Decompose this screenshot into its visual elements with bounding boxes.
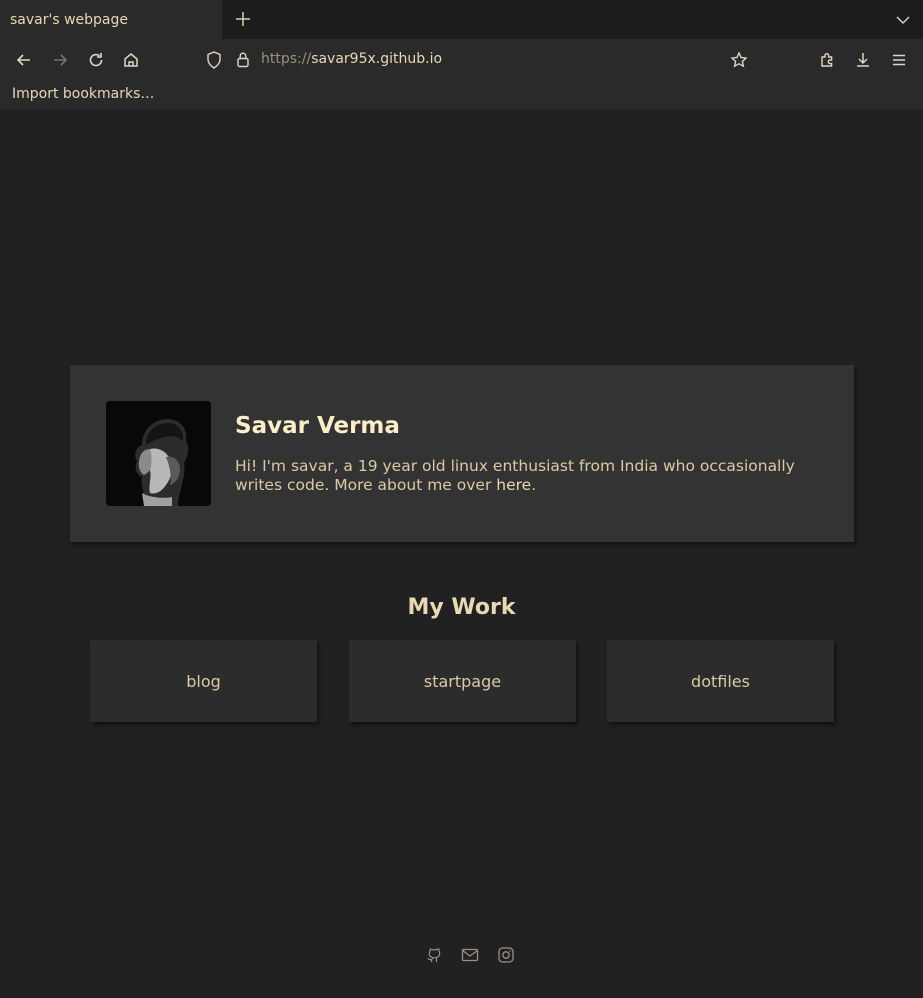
- download-icon[interactable]: [853, 50, 873, 70]
- mail-icon[interactable]: [460, 945, 480, 965]
- profile-bio: Hi! I'm savar, a 19 year old linux enthu…: [235, 457, 835, 495]
- tab-bar: savar's webpage: [0, 0, 923, 40]
- url-text[interactable]: https://savar95x.github.io: [261, 51, 442, 67]
- chevron-down-icon[interactable]: [893, 10, 913, 30]
- tab-title: savar's webpage: [10, 12, 129, 28]
- url-scheme: https://: [261, 51, 312, 67]
- profile-name: Savar Verma: [235, 413, 400, 439]
- back-icon[interactable]: [14, 50, 34, 70]
- home-icon[interactable]: [121, 50, 141, 70]
- github-icon[interactable]: [424, 945, 444, 965]
- menu-icon[interactable]: [889, 50, 909, 70]
- profile-card: Savar Verma Hi! I'm savar, a 19 year old…: [70, 365, 854, 542]
- bookmark-star-icon[interactable]: [729, 50, 749, 70]
- about-me-link[interactable]: here: [496, 476, 531, 494]
- work-item-blog[interactable]: blog: [90, 640, 317, 722]
- extensions-icon[interactable]: [817, 50, 837, 70]
- tab-active[interactable]: savar's webpage: [0, 0, 222, 40]
- import-bookmarks-link[interactable]: Import bookmarks…: [12, 86, 154, 102]
- url-host: savar95x.github.io: [311, 51, 443, 67]
- bookmarks-bar: Import bookmarks…: [0, 80, 923, 110]
- social-links: [424, 945, 516, 965]
- lock-icon[interactable]: [235, 50, 251, 74]
- avatar: [106, 401, 211, 506]
- work-item-dotfiles[interactable]: dotfiles: [607, 640, 834, 722]
- shield-icon[interactable]: [205, 50, 223, 74]
- forward-icon[interactable]: [50, 50, 70, 70]
- reload-icon[interactable]: [86, 50, 106, 70]
- navigation-bar: https://savar95x.github.io: [0, 40, 923, 80]
- new-tab-icon[interactable]: [232, 8, 254, 30]
- work-section-title: My Work: [407, 595, 516, 620]
- work-item-startpage[interactable]: startpage: [349, 640, 576, 722]
- page-content: Savar Verma Hi! I'm savar, a 19 year old…: [0, 110, 923, 998]
- url-bar[interactable]: https://savar95x.github.io: [205, 48, 765, 72]
- instagram-icon[interactable]: [496, 945, 516, 965]
- bio-end: .: [531, 476, 537, 494]
